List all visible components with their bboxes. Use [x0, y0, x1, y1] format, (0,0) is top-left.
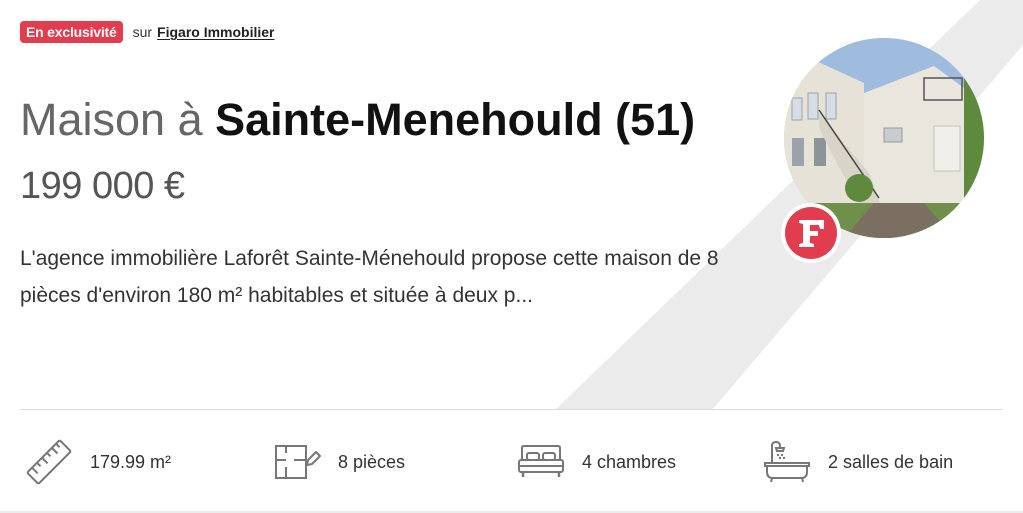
features-bar: 179.99 m² 8 pièces 4 chambres 2 salles d… [0, 410, 1023, 510]
feature-bedrooms-label: 4 chambres [582, 451, 677, 472]
feature-rooms-label: 8 pièces [338, 451, 406, 472]
listing-description: L'agence immobilière Laforêt Sainte-Méne… [20, 247, 719, 307]
feature-area: 179.99 m² [24, 438, 171, 486]
listing-title[interactable]: Maison à Sainte-Menehould (51) [20, 92, 695, 148]
exclusive-badge: En exclusivité [20, 21, 123, 43]
source-prefix: sur [132, 24, 153, 40]
title-city: Sainte-Menehould (51) [215, 94, 696, 145]
floorplan-icon [272, 438, 322, 486]
feature-bathrooms: 2 salles de bain [762, 438, 953, 486]
feature-area-label: 179.99 m² [90, 451, 172, 472]
feature-bathrooms-label: 2 salles de bain [828, 451, 954, 472]
title-property-type: Maison à [20, 94, 216, 145]
source-link[interactable]: Figaro Immobilier [157, 24, 274, 40]
figaro-logo [781, 203, 841, 263]
listing-price: 199 000 € [20, 165, 185, 207]
ruler-icon [24, 438, 74, 486]
bed-icon [516, 438, 566, 486]
feature-bedrooms: 4 chambres [516, 438, 676, 486]
listing-source-line: En exclusivité sur Figaro Immobilier [20, 21, 275, 43]
feature-rooms: 8 pièces [272, 438, 405, 486]
figaro-f-icon [799, 220, 824, 247]
bathtub-icon [762, 438, 812, 486]
